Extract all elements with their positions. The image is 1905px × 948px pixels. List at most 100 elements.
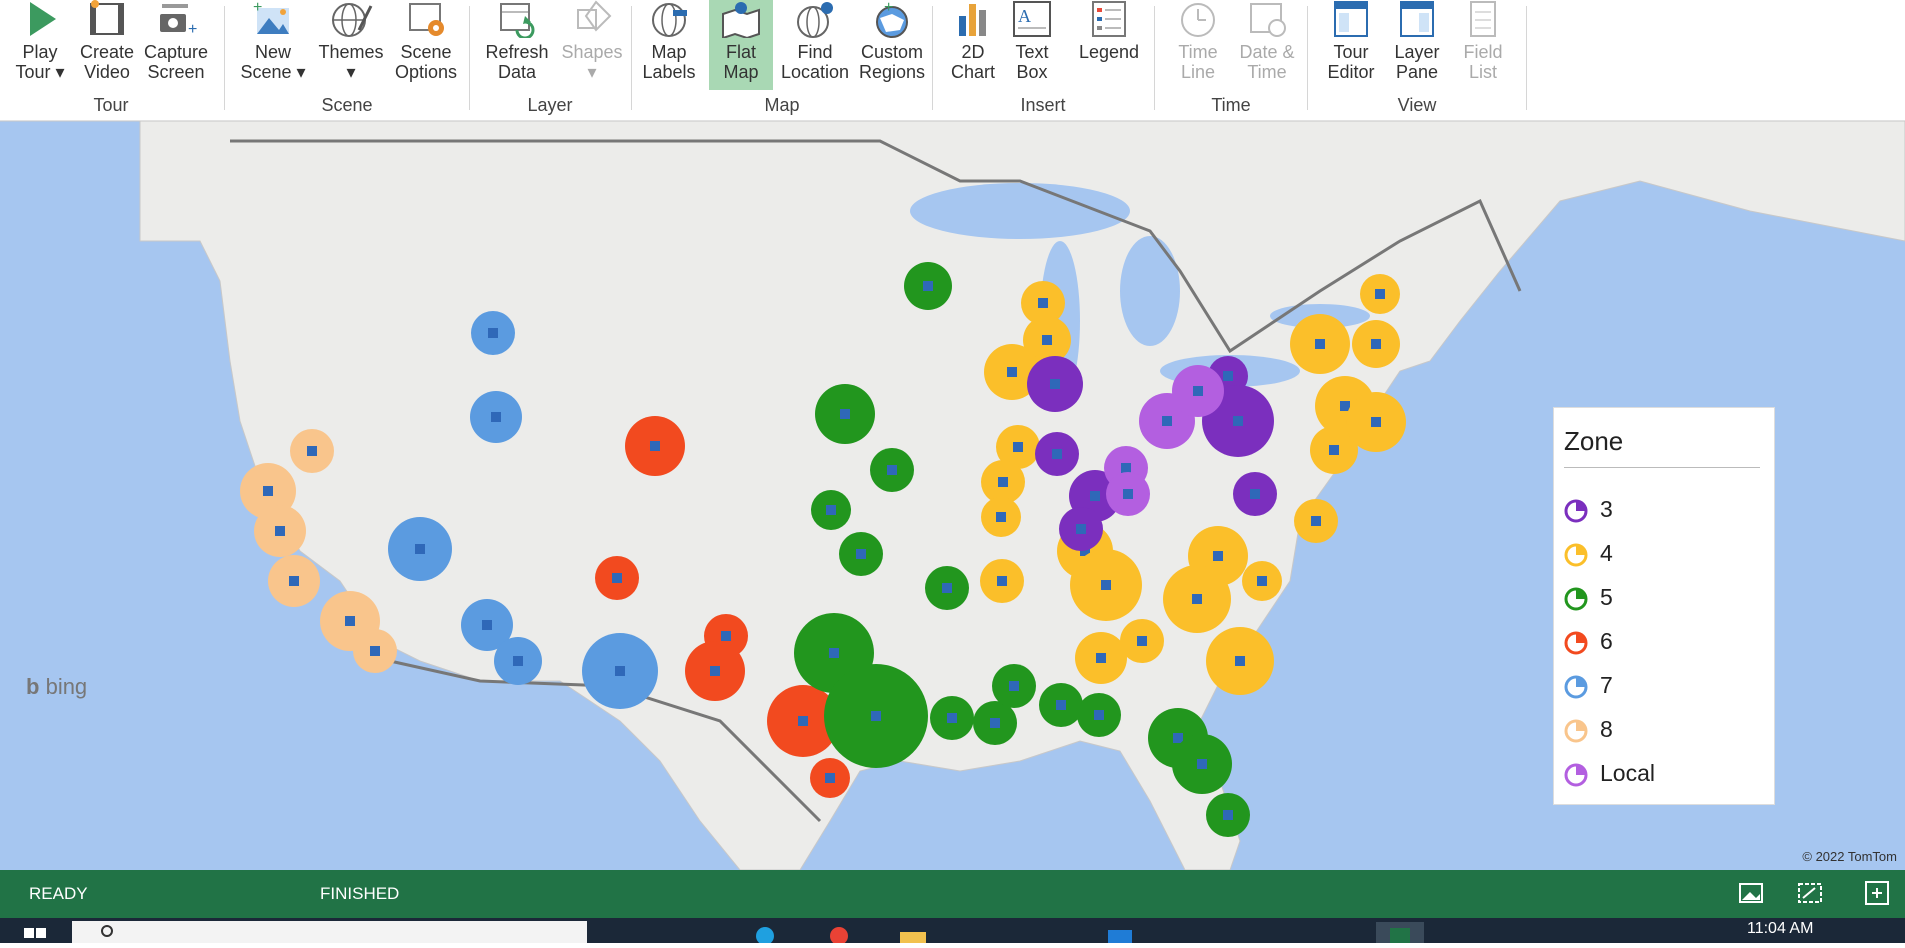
zone-legend[interactable]: Zone 3 4 5 6 7 8 Local (1553, 407, 1775, 805)
pie-swatch-icon (1564, 763, 1588, 787)
play-tour-button[interactable]: Play Tour ▾ (8, 0, 72, 82)
taskbar-search-box[interactable] (72, 921, 587, 943)
capture-screen-button[interactable]: + Capture Screen (142, 0, 210, 82)
location-marker (263, 486, 273, 496)
windows-start-icon[interactable] (24, 924, 48, 943)
location-marker (1223, 371, 1233, 381)
location-marker (345, 616, 355, 626)
status-finished: FINISHED (320, 884, 400, 903)
find-location-button[interactable]: Find Location (777, 0, 853, 82)
refresh-icon (495, 0, 539, 40)
pie-swatch-icon (1564, 543, 1588, 567)
calendar-clock-icon (1245, 0, 1289, 38)
group-label-view: View (1397, 95, 1437, 115)
group-insert: 2D Chart A Text Box Legend Insert (934, 0, 1152, 120)
location-marker (1197, 759, 1207, 769)
taskbar-clock: 11:04 AM (1747, 920, 1814, 937)
location-marker (1257, 576, 1267, 586)
status-bar: READY FINISHED (0, 870, 1905, 918)
legend-item-5[interactable]: 5 (1564, 582, 1613, 612)
location-marker (887, 465, 897, 475)
location-marker (1090, 491, 1100, 501)
text-box-button[interactable]: A Text Box (1006, 0, 1058, 82)
group-label-insert: Insert (1020, 95, 1066, 115)
date-time-button[interactable]: Date & Time (1234, 0, 1300, 82)
group-scene: + New Scene ▾ Themes ▾ Scene Options Sce… (226, 0, 468, 120)
bing-b-icon: b (26, 674, 40, 699)
svg-text:+: + (884, 0, 893, 16)
legend-item-7[interactable]: 7 (1564, 670, 1613, 700)
location-marker (1340, 401, 1350, 411)
location-marker (826, 505, 836, 515)
legend-item-8[interactable]: 8 (1564, 714, 1613, 744)
excel-taskbar-icon[interactable] (1376, 922, 1424, 943)
legend-button[interactable]: Legend (1074, 0, 1144, 62)
location-marker (856, 549, 866, 559)
location-marker (1038, 298, 1048, 308)
location-marker (491, 412, 501, 422)
new-scene-icon: + (251, 0, 295, 38)
view-normal-icon[interactable] (1738, 880, 1764, 911)
location-marker (1009, 681, 1019, 691)
legend-item-4[interactable]: 4 (1564, 538, 1613, 568)
legend-item-6[interactable]: 6 (1564, 626, 1613, 656)
group-label-scene: Scene (321, 95, 373, 115)
time-line-button[interactable]: Time Line (1168, 0, 1228, 82)
location-marker (1101, 580, 1111, 590)
ribbon-separator (631, 6, 632, 110)
field-list-button[interactable]: Field List (1455, 0, 1511, 82)
svg-text:A: A (1018, 6, 1031, 26)
location-marker (1173, 733, 1183, 743)
custom-regions-button[interactable]: + Custom Regions (855, 0, 929, 82)
location-marker (942, 583, 952, 593)
status-ready: READY (29, 884, 88, 903)
location-marker (1233, 416, 1243, 426)
location-marker (1329, 445, 1339, 455)
location-marker (1235, 656, 1245, 666)
file-explorer-icon[interactable] (900, 926, 926, 948)
pie-swatch-icon (1564, 587, 1588, 611)
scene-gear-icon (404, 0, 448, 38)
view-fullscreen-icon[interactable] (1864, 880, 1890, 911)
map-labels-button[interactable]: Map Labels (637, 0, 701, 82)
camera-icon: + (154, 0, 198, 38)
refresh-data-button[interactable]: Refresh Data (481, 0, 553, 82)
edge-icon[interactable] (755, 926, 775, 948)
scene-options-button[interactable]: Scene Options (390, 0, 462, 82)
group-label-time: Time (1211, 95, 1251, 115)
flat-map-button[interactable]: Flat Map (709, 0, 773, 90)
location-marker (998, 477, 1008, 487)
ribbon: Play Tour ▾ Create Video + Capture Scree… (0, 0, 1905, 121)
clock-icon (1176, 0, 1220, 38)
location-marker (307, 446, 317, 456)
shapes-icon (570, 0, 614, 38)
location-marker (1123, 489, 1133, 499)
location-marker (1315, 339, 1325, 349)
location-marker (1094, 710, 1104, 720)
bar-chart-icon (951, 0, 995, 38)
legend-title: Zone (1564, 426, 1760, 468)
layer-pane-button[interactable]: Layer Pane (1387, 0, 1447, 82)
pie-swatch-icon (1564, 675, 1588, 699)
themes-button[interactable]: Themes ▾ (316, 0, 386, 82)
location-marker (482, 620, 492, 630)
shapes-button[interactable]: Shapes ▾ (557, 0, 627, 82)
globe-brush-icon (329, 0, 373, 38)
location-marker (513, 656, 523, 666)
app-icon[interactable] (1108, 926, 1132, 948)
new-scene-button[interactable]: + New Scene ▾ (238, 0, 308, 82)
location-marker (990, 718, 1000, 728)
pie-swatch-icon (1564, 719, 1588, 743)
location-marker (1076, 524, 1086, 534)
location-marker (275, 526, 285, 536)
view-expand-icon[interactable] (1797, 880, 1823, 911)
chrome-icon[interactable] (829, 926, 849, 948)
2d-chart-button[interactable]: 2D Chart (948, 0, 998, 82)
legend-item-3[interactable]: 3 (1564, 494, 1613, 524)
legend-item-local[interactable]: Local (1564, 758, 1655, 788)
pie-swatch-icon (1564, 631, 1588, 655)
location-marker (721, 631, 731, 641)
tour-editor-button[interactable]: Tour Editor (1321, 0, 1381, 82)
film-icon (85, 0, 129, 38)
create-video-button[interactable]: Create Video (76, 0, 138, 82)
